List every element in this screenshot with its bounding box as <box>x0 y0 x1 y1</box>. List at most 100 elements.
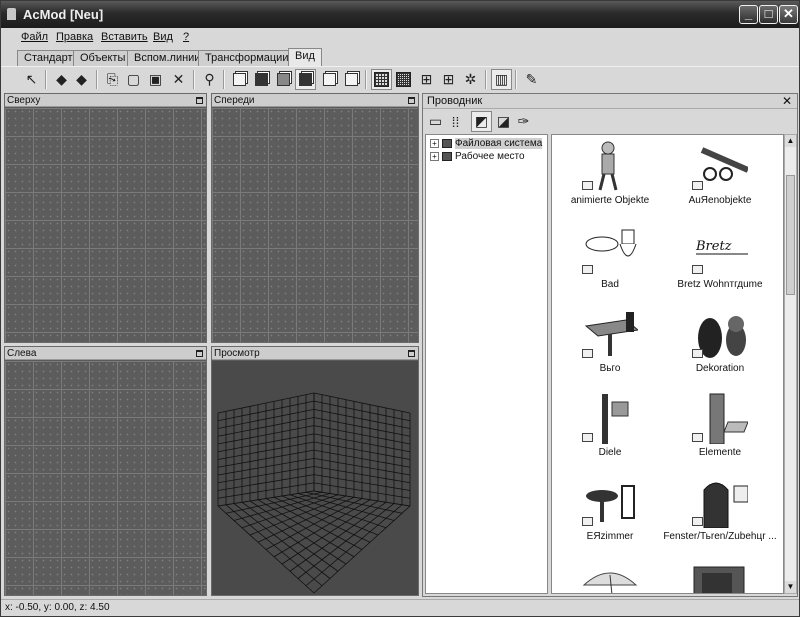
tv-thumbnail <box>693 566 745 593</box>
viewport-left-title: Слева <box>7 348 37 359</box>
scrollbar-thumb[interactable] <box>786 175 795 295</box>
grid-star-icon[interactable]: ✲ <box>460 69 481 90</box>
cube-light-icon[interactable] <box>319 69 340 90</box>
menu-help[interactable]: ? <box>183 31 189 43</box>
viewport-left-header: Слева <box>5 347 206 360</box>
viewport-top-title: Сверху <box>7 95 41 106</box>
copy-icon[interactable]: ⎘ <box>102 69 123 90</box>
expand-icon[interactable]: + <box>430 138 439 148</box>
cube-shaded-icon[interactable] <box>273 69 294 90</box>
viewport-grid[interactable] <box>5 361 206 595</box>
title-bar: AcMod [Neu] _ □ ✕ <box>1 1 799 28</box>
delete-icon[interactable]: ✕ <box>168 69 189 90</box>
gallery-item[interactable]: AuЯenobjekte <box>662 137 778 221</box>
gallery-item[interactable]: Bad <box>552 221 668 305</box>
rotate-left-icon[interactable]: ◆ <box>51 69 72 90</box>
menu-edit[interactable]: Правка <box>56 31 93 43</box>
maximize-button[interactable]: □ <box>759 5 778 24</box>
cube-solid-icon[interactable] <box>251 69 272 90</box>
grid-fine-icon[interactable] <box>393 69 414 90</box>
viewport-preview-title: Просмотр <box>214 348 260 359</box>
tab-helper-lines[interactable]: Вспом.линии <box>127 50 208 66</box>
gallery-item-label: AuЯenobjekte <box>688 195 752 206</box>
expand-icon[interactable]: + <box>430 151 439 161</box>
tab-transformations[interactable]: Трансформации <box>198 50 296 66</box>
menu-file[interactable]: Файл <box>21 31 48 43</box>
grid-icon[interactable] <box>371 69 392 90</box>
scroll-up-icon[interactable]: ▲ <box>785 135 796 147</box>
preview-mode-icon[interactable]: ◩ <box>471 111 492 132</box>
computer-icon <box>442 151 452 161</box>
minimize-button[interactable]: _ <box>739 5 758 24</box>
tab-objects[interactable]: Объекты <box>73 50 133 66</box>
preview-room-grid <box>217 392 411 594</box>
tab-view[interactable]: Вид <box>288 48 322 67</box>
maximize-icon[interactable] <box>408 350 415 357</box>
object-gallery: animierte Objekte AuЯenobjekte Bad Bretz Bre… <box>551 134 784 594</box>
explorer-toolbar: ▭ ⁞⁞ ◩ ◪ ✑ <box>423 111 797 132</box>
gallery-item[interactable]: animierte Objekte <box>552 137 668 221</box>
gallery-item[interactable]: Elemente <box>662 389 778 473</box>
gallery-item[interactable]: Bretz Bretz Wohnтгдume <box>662 221 778 305</box>
maximize-icon[interactable] <box>196 97 203 104</box>
maximize-icon[interactable] <box>196 350 203 357</box>
viewport-top[interactable]: Сверху <box>4 93 207 343</box>
menu-bar: Файл Правка Вставить Вид ? <box>1 28 799 46</box>
tree-item-workspace[interactable]: + Рабочее место <box>430 150 525 163</box>
folder-up-icon[interactable]: ▭ <box>425 111 446 132</box>
explorer-panel: Проводник ✕ ▭ ⁞⁞ ◩ ◪ ✑ + Файловая система… <box>422 93 798 597</box>
tab-standard[interactable]: Стандарт <box>17 50 80 66</box>
menu-view[interactable]: Вид <box>153 31 173 43</box>
viewport-front-header: Спереди <box>212 94 418 107</box>
umbrella-thumbnail <box>582 572 638 593</box>
gallery-item[interactable]: Diele <box>552 389 668 473</box>
gallery-item[interactable]: Dekoration <box>662 305 778 389</box>
viewport-grid[interactable] <box>212 108 418 342</box>
folder-icon <box>692 349 703 358</box>
gallery-item[interactable]: Вьго <box>552 305 668 389</box>
viewport-grid[interactable] <box>5 108 206 342</box>
grid-cross-icon[interactable]: ⊞ <box>438 69 459 90</box>
preview-canvas[interactable] <box>212 361 418 595</box>
gallery-item[interactable]: EЯzimmer <box>552 473 668 557</box>
folder-tree: + Файловая система + Рабочее место <box>425 134 548 594</box>
svg-text:Bretz: Bretz <box>695 239 732 254</box>
magnifier-icon[interactable]: ⚲ <box>199 69 220 90</box>
details-icon[interactable]: ◪ <box>493 111 514 132</box>
measure-icon[interactable]: ✎ <box>521 69 542 90</box>
status-bar: x: -0.50, y: 0.00, z: 4.50 <box>1 599 799 616</box>
scroll-down-icon[interactable]: ▼ <box>785 581 796 593</box>
toolbar: ↖ ◆ ◆ ⎘ ▢ ▣ ✕ ⚲ ⊞ ⊞ ✲ ▥ ✎ <box>1 66 799 91</box>
rotate-right-icon[interactable]: ◆ <box>71 69 92 90</box>
folder-icon <box>582 433 593 442</box>
viewport-left[interactable]: Слева <box>4 346 207 596</box>
cube-wire-icon[interactable] <box>229 69 250 90</box>
viewport-preview-header: Просмотр <box>212 347 418 360</box>
menu-insert[interactable]: Вставить <box>101 31 148 43</box>
close-icon[interactable]: ✕ <box>782 94 792 109</box>
tree-item-filesystem[interactable]: + Файловая система <box>430 137 543 150</box>
book-icon[interactable]: ▥ <box>491 69 512 90</box>
viewport-front[interactable]: Спереди <box>211 93 419 343</box>
cube-outline-icon[interactable] <box>341 69 362 90</box>
cube-dark-icon[interactable] <box>295 69 316 90</box>
paste-icon[interactable]: ▢ <box>123 69 144 90</box>
grid-view-icon[interactable]: ⁞⁞ <box>445 111 466 132</box>
folder-icon <box>692 433 703 442</box>
clipboard-icon[interactable]: ▣ <box>145 69 166 90</box>
gallery-item[interactable]: Fenster/Тьren/Zubehцr ... <box>662 473 778 557</box>
wrench-icon[interactable]: ✑ <box>513 111 534 132</box>
viewport-top-header: Сверху <box>5 94 206 107</box>
pointer-icon[interactable]: ↖ <box>21 69 42 90</box>
close-button[interactable]: ✕ <box>779 5 798 24</box>
window-title: AcMod [Neu] <box>23 7 104 22</box>
coordinates-readout: x: -0.50, y: 0.00, z: 4.50 <box>5 602 110 613</box>
maximize-icon[interactable] <box>408 97 415 104</box>
folder-icon <box>582 517 593 526</box>
gallery-scrollbar[interactable]: ▲ ▼ <box>784 134 797 594</box>
gallery-item-label: animierte Objekte <box>570 195 650 206</box>
grid-snap-icon[interactable]: ⊞ <box>416 69 437 90</box>
folder-icon <box>582 181 593 190</box>
viewport-preview[interactable]: Просмотр <box>211 346 419 596</box>
app-icon <box>7 8 16 20</box>
